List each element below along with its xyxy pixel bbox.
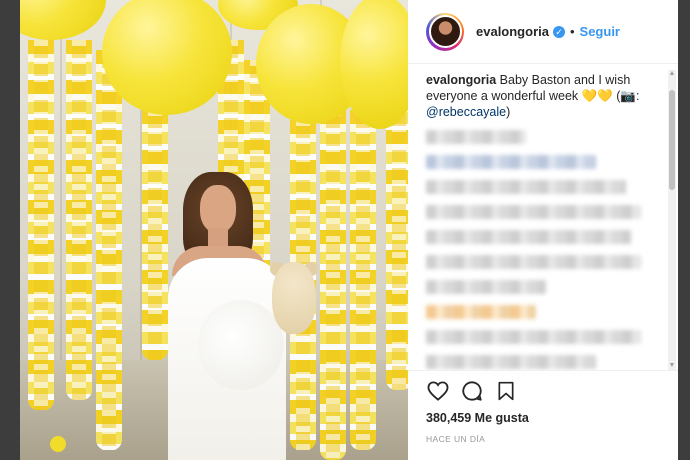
avatar-image[interactable] <box>428 15 462 48</box>
blurred-comments <box>426 130 658 369</box>
dimmed-backdrop-left[interactable] <box>0 0 20 460</box>
post-caption: evalongoria Baby Baston and I wish every… <box>426 72 658 120</box>
comments-scrollbar[interactable]: ▲ ▼ <box>668 70 676 370</box>
post-header: evalongoria ✓ • Seguir <box>408 0 678 64</box>
blurred-comment-line <box>426 230 631 244</box>
blurred-comment-line <box>426 155 596 169</box>
separator-dot: • <box>569 24 575 39</box>
scroll-down-arrow-icon[interactable]: ▼ <box>668 362 676 370</box>
bookmark-icon[interactable] <box>494 379 518 403</box>
blurred-comment-line <box>426 130 526 144</box>
blurred-comment-line <box>426 305 536 319</box>
post-timestamp[interactable]: HACE UN DÍA <box>426 434 660 444</box>
likes-count[interactable]: 380,459 Me gusta <box>426 411 660 425</box>
scrollbar-thumb[interactable] <box>669 90 675 190</box>
heart-icon[interactable] <box>426 379 450 403</box>
verified-badge-icon: ✓ <box>552 25 565 38</box>
post-photo <box>20 0 408 460</box>
comments-section: evalongoria Baby Baston and I wish every… <box>408 64 678 370</box>
scroll-up-arrow-icon[interactable]: ▲ <box>668 70 676 78</box>
blurred-comment-line <box>426 330 641 344</box>
caption-mention-link[interactable]: @rebeccayale <box>426 105 506 119</box>
caption-username[interactable]: evalongoria <box>426 73 496 87</box>
dimmed-backdrop-right[interactable] <box>678 0 690 460</box>
comment-bubble-icon[interactable] <box>460 379 484 403</box>
follow-button[interactable]: Seguir <box>580 24 620 39</box>
post-side-panel: evalongoria ✓ • Seguir evalongoria Baby … <box>408 0 678 460</box>
post-actions: 380,459 Me gusta HACE UN DÍA <box>408 370 678 444</box>
profile-avatar[interactable] <box>426 12 464 51</box>
blurred-comment-line <box>426 255 641 269</box>
header-username[interactable]: evalongoria <box>476 24 549 39</box>
blurred-comment-line <box>426 180 626 194</box>
blurred-comment-line <box>426 280 546 294</box>
caption-close-paren: ) <box>506 105 511 119</box>
blurred-comment-line <box>426 355 596 369</box>
blurred-comment-line <box>426 205 641 219</box>
